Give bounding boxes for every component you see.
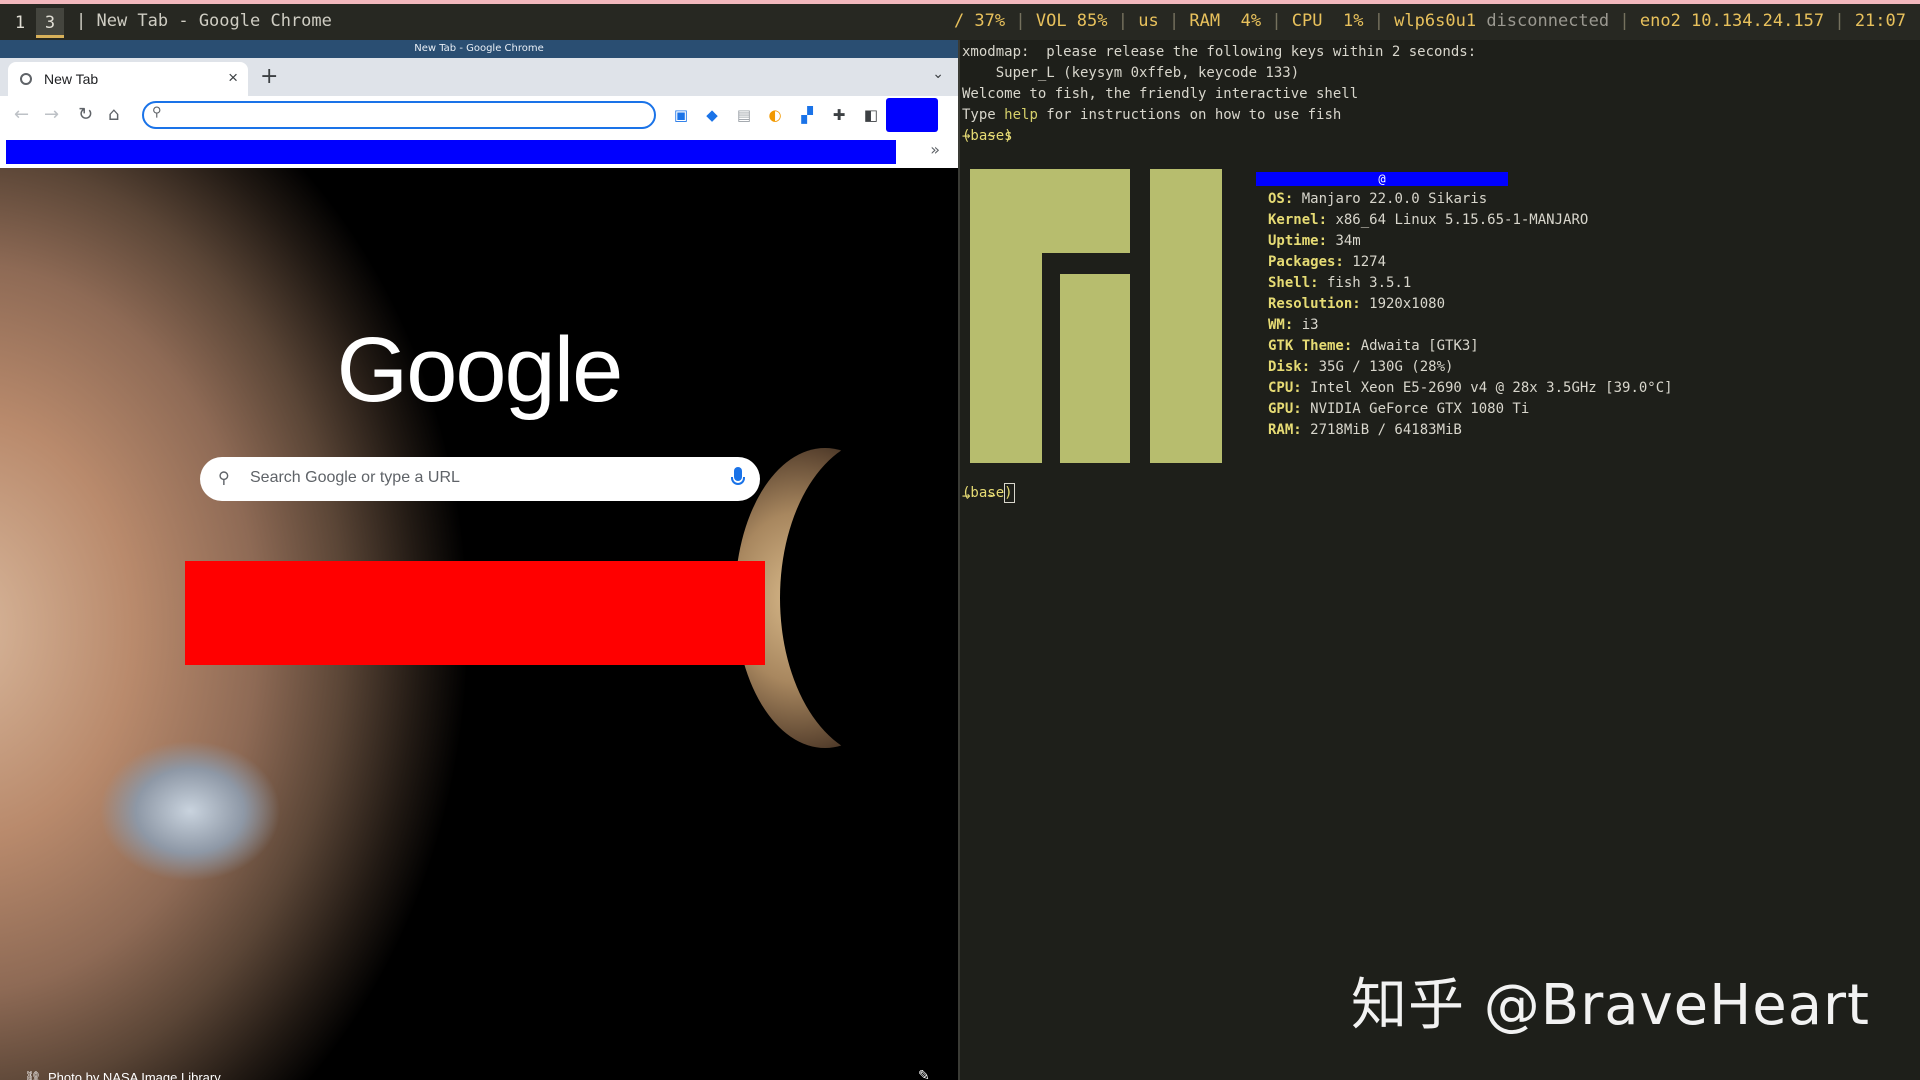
disk-status: / 37% <box>953 11 1006 31</box>
workspace-1-button[interactable]: 1 <box>6 8 34 38</box>
sysinfo-kernel: Kernel: x86_64 Linux 5.15.65-1-MANJARO <box>1268 212 1589 228</box>
tab-search-chevron-icon[interactable]: ⌄ <box>932 66 944 82</box>
ntp-search-box[interactable]: ⚲ Search Google or type a URL <box>200 457 760 501</box>
wifi-state: disconnected <box>1486 11 1610 31</box>
clock: 21:07 <box>1854 11 1906 31</box>
forward-button[interactable]: → <box>44 104 59 125</box>
google-logo: Google <box>336 319 624 421</box>
help-text-pre: Type <box>962 107 1005 123</box>
sysinfo-gtk-theme: GTK Theme: Adwaita [GTK3] <box>1268 338 1479 354</box>
omnibox[interactable]: ⚲ <box>142 101 656 129</box>
bookmarks-bar: » <box>0 136 958 169</box>
keyboard-layout-status: us <box>1138 11 1159 31</box>
logo-gap <box>1042 253 1060 463</box>
conda-env-label: (base) <box>962 128 1013 144</box>
workspace-3-button[interactable]: 3 <box>36 8 64 38</box>
more-bookmarks-chevron-icon[interactable]: » <box>930 140 940 159</box>
address-input[interactable] <box>172 106 646 126</box>
help-text-post: for instructions on how to use fish <box>1037 107 1342 123</box>
tab-label: New Tab <box>44 71 99 87</box>
conda-env-label: (base) <box>962 485 1013 501</box>
customize-pencil-icon[interactable]: ✎ <box>918 1068 930 1080</box>
new-tab-page: Google ⚲ Search Google or type a URL ⛓ P… <box>0 168 958 1080</box>
terminal-line-help: Type help for instructions on how to use… <box>962 105 1341 126</box>
terminal-line: Welcome to fish, the friendly interactiv… <box>962 86 1359 102</box>
sysinfo-os: OS: Manjaro 22.0.0 Sikaris <box>1268 191 1488 207</box>
extension-blue-icon[interactable]: ◆ <box>703 106 721 124</box>
sysinfo-wm: WM: i3 <box>1268 317 1319 333</box>
sysinfo-uptime: Uptime: 34m <box>1268 233 1361 249</box>
sysinfo-cpu: CPU: Intel Xeon E5-2690 v4 @ 28x 3.5GHz … <box>1268 380 1673 396</box>
chrome-favicon-icon <box>20 73 32 85</box>
tab-strip: New Tab × + ⌄ <box>0 58 958 96</box>
doc-icon[interactable]: ▤ <box>735 106 753 124</box>
refresh-circle-icon[interactable]: ◐ <box>766 106 784 124</box>
new-tab-button[interactable]: + <box>260 64 278 89</box>
sysinfo-shell: Shell: fish 3.5.1 <box>1268 275 1412 291</box>
chrome-window: New Tab - Google Chrome New Tab × + ⌄ ← … <box>0 40 958 1080</box>
help-command: help <box>1004 107 1038 123</box>
shortcuts-redacted <box>185 561 765 665</box>
ethernet-status: eno2 10.134.24.157 <box>1639 11 1825 31</box>
status-blocks: / 37% | VOL 85% | us | RAM 4% | CPU 1% |… <box>953 11 1906 31</box>
logo-block <box>1060 274 1130 463</box>
search-icon: ⚲ <box>218 470 230 487</box>
sysinfo-gpu: GPU: NVIDIA GeForce GTX 1080 Ti <box>1268 401 1530 417</box>
ram-status: RAM 4% <box>1189 11 1262 31</box>
sysinfo-ram: RAM: 2718MiB / 64183MiB <box>1268 422 1462 438</box>
browser-toolbar: ← → ↻ ⌂ ⚲ ▣ ◆ ▤ ◐ ▞ ✚ ◧ <box>0 96 958 136</box>
reload-button[interactable]: ↻ <box>78 104 93 125</box>
zhihu-watermark: 知乎 @BraveHeart <box>1350 973 1870 1038</box>
sysinfo-resolution: Resolution: 1920x1080 <box>1268 296 1446 312</box>
logo-block <box>1150 169 1222 463</box>
puzzle-icon[interactable]: ✚ <box>830 106 848 124</box>
i3-status-bar: 1 3 | New Tab - Google Chrome / 37% | VO… <box>0 0 1920 40</box>
cpu-status: CPU 1% <box>1291 11 1364 31</box>
window-titlebar: New Tab - Google Chrome <box>0 40 958 58</box>
search-icon: ⚲ <box>152 105 162 120</box>
search-placeholder: Search Google or type a URL <box>250 469 460 486</box>
credit-link[interactable]: Photo by NASA Image Library <box>48 1070 221 1080</box>
reading-list-icon[interactable]: ▣ <box>672 106 690 124</box>
back-button[interactable]: ← <box>14 104 29 125</box>
badge-extension-icon[interactable]: ▞ <box>798 106 816 124</box>
user-host-redacted: @ <box>1256 172 1508 186</box>
wifi-interface: wlp6s0u1 <box>1394 11 1477 31</box>
sysinfo-disk: Disk: 35G / 130G (28%) <box>1268 359 1454 375</box>
sysinfo-packages: Packages: 1274 <box>1268 254 1387 270</box>
microphone-icon[interactable] <box>731 467 745 485</box>
close-tab-icon[interactable]: × <box>228 68 238 88</box>
profile-button-redacted[interactable] <box>886 98 938 132</box>
terminal-window[interactable]: xmodmap: please release the following ke… <box>958 40 1920 1080</box>
bookmarks-redacted <box>6 140 896 164</box>
home-button[interactable]: ⌂ <box>108 104 119 125</box>
volume-status: VOL 85% <box>1035 11 1108 31</box>
link-icon: ⛓ <box>24 1070 42 1080</box>
terminal-line: Super_L (keysym 0xffeb, keycode 133) <box>962 65 1300 81</box>
focused-window-title: | New Tab - Google Chrome <box>76 11 332 31</box>
logo-gap <box>1130 169 1150 463</box>
tab-new-tab[interactable]: New Tab × <box>8 62 248 96</box>
terminal-line: xmodmap: please release the following ke… <box>962 44 1477 60</box>
sidepanel-icon[interactable]: ◧ <box>862 106 880 124</box>
